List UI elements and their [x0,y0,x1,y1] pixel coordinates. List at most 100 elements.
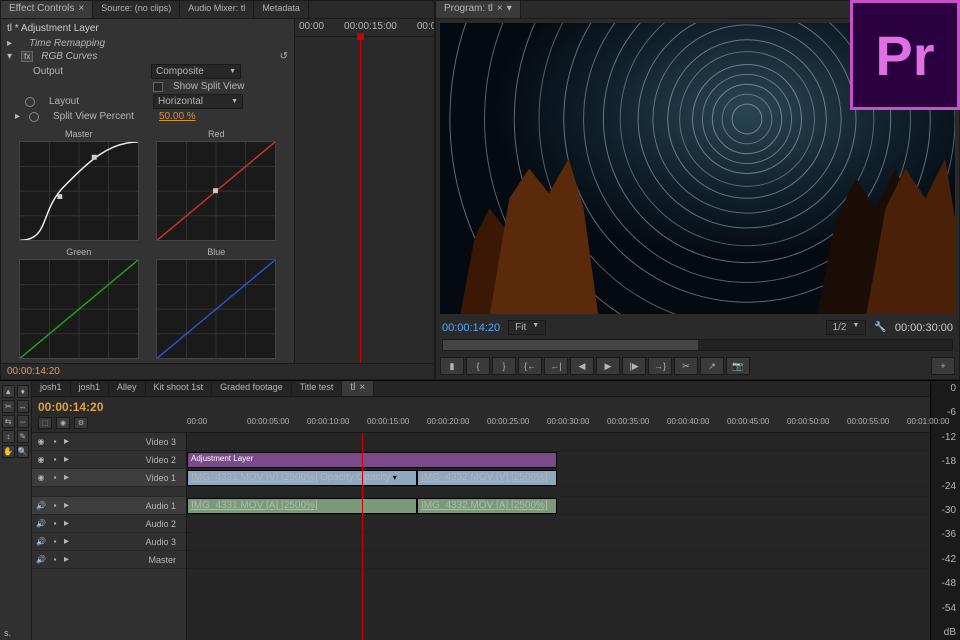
extract-button[interactable]: ↗ [700,357,724,375]
track-lane-v1[interactable]: IMG_4331.MOV [V] [2500%] Opacity:Opacity… [187,469,930,487]
tab-effect-controls[interactable]: Effect Controls× [1,1,93,18]
effect-time-remapping[interactable]: Time Remapping [21,38,141,49]
track-lane-a2[interactable] [187,515,930,533]
chevron-right-icon[interactable]: ▸ [64,554,72,565]
timeline-playhead[interactable] [362,433,363,640]
track-header[interactable]: 🔊▪▸Master [32,551,186,569]
rolling-edit-tool[interactable]: ↔ [17,400,30,413]
tab-source[interactable]: Source: (no clips) [93,1,180,18]
chevron-right-icon[interactable]: ▸ [15,111,23,122]
slip-tool[interactable]: ↕ [2,430,15,443]
close-icon[interactable]: × [78,3,84,14]
ripple-edit-tool[interactable]: ✂ [2,400,15,413]
go-to-in-button[interactable]: {← [518,357,542,375]
tab-audio-mixer[interactable]: Audio Mixer: tl [180,1,254,18]
track-header[interactable]: 🔊▪▸Audio 2 [32,515,186,533]
toggle-track-icon[interactable]: 🔊 [36,555,46,565]
lift-button[interactable]: ✂ [674,357,698,375]
mini-playhead[interactable] [360,37,361,363]
layout-dropdown[interactable]: Horizontal▼ [153,94,243,109]
track-header[interactable]: ◉▪▸Video 3 [32,433,186,451]
clip-adjustment-layer[interactable]: Adjustment Layer [187,452,557,468]
seq-tab[interactable]: josh1 [32,381,71,396]
split-percent-value[interactable]: 50.00 % [159,111,196,122]
seq-tab[interactable]: josh1 [71,381,110,396]
clip-video-2[interactable]: IMG_4332.MOV [V] [2500%] [417,470,557,486]
mark-in-icon-button[interactable]: { [466,357,490,375]
tab-program[interactable]: Program: tl×▾ [436,1,521,18]
stopwatch-icon[interactable] [29,112,39,122]
effect-rgb-curves[interactable]: RGB Curves [41,51,97,62]
effect-mini-timeline[interactable]: 00:0000:00:15:0000:0 [294,19,434,363]
rate-stretch-tool[interactable]: ⇆ [2,415,15,428]
pen-tool[interactable]: ✎ [17,430,30,443]
toggle-track-icon[interactable]: 🔊 [36,519,46,529]
razor-tool[interactable]: ⇔ [17,415,30,428]
add-button[interactable]: + [931,357,955,375]
mark-out-icon-button[interactable]: } [492,357,516,375]
chevron-right-icon[interactable]: ▸ [64,536,72,547]
curve-blue[interactable] [156,259,276,359]
hand-tool[interactable]: ✋ [2,445,15,458]
marker-button[interactable]: ◉ [56,417,70,429]
curve-green[interactable] [19,259,139,359]
settings-button[interactable]: ⚙ [74,417,88,429]
snap-button[interactable]: ⬚ [38,417,52,429]
lock-icon[interactable]: ▪ [50,455,60,465]
show-split-checkbox[interactable] [153,82,163,92]
track-lane-a1[interactable]: IMG_4331.MOV [A] [2500%] IMG_4332.MOV [A… [187,497,930,515]
toggle-track-icon[interactable]: 🔊 [36,537,46,547]
curve-master[interactable] [19,141,139,241]
clip-audio-1[interactable]: IMG_4331.MOV [A] [2500%] [187,498,417,514]
go-to-out-button[interactable]: →} [648,357,672,375]
track-select-tool[interactable]: ♦ [17,385,30,398]
chevron-down-icon[interactable]: ▾ [7,51,15,62]
track-lane-v3[interactable] [187,433,930,451]
lock-icon[interactable]: ▪ [50,555,60,565]
chevron-right-icon[interactable]: ▸ [64,500,72,511]
seq-tab[interactable]: Graded footage [212,381,292,396]
zoom-tool[interactable]: 🔍 [17,445,30,458]
timeline-ruler[interactable]: 00:0000:00:05:0000:00:10:0000:00:15:0000… [187,417,930,432]
track-header[interactable]: ◉▪▸Video 1 [32,469,186,487]
effect-controls-timecode[interactable]: 00:00:14:20 [1,363,434,379]
scrubber-thumb[interactable] [443,340,698,350]
tab-metadata[interactable]: Metadata [254,1,309,18]
reset-icon[interactable]: ↺ [280,51,288,62]
lock-icon[interactable]: ▪ [50,437,60,447]
track-lane-v2[interactable]: Adjustment Layer [187,451,930,469]
lock-icon[interactable]: ▪ [50,473,60,483]
chevron-right-icon[interactable]: ▸ [64,472,72,483]
stopwatch-icon[interactable] [25,97,35,107]
toggle-track-icon[interactable]: ◉ [36,455,46,465]
toggle-track-icon[interactable]: ◉ [36,437,46,447]
toggle-track-icon[interactable]: ◉ [36,473,46,483]
lock-icon[interactable]: ▪ [50,519,60,529]
program-scrubber[interactable] [442,339,953,351]
lock-icon[interactable]: ▪ [50,537,60,547]
play-button[interactable]: ▶ [596,357,620,375]
seq-tab[interactable]: Title test [292,381,343,396]
track-lane-a3[interactable] [187,533,930,551]
seq-tab[interactable]: Alley [109,381,146,396]
chevron-right-icon[interactable]: ▸ [64,436,72,447]
export-frame-button[interactable]: 📷 [726,357,750,375]
track-header[interactable]: 🔊▪▸Audio 1 [32,497,186,515]
chevron-down-icon[interactable]: ▾ [507,3,512,14]
track-header[interactable]: 🔊▪▸Audio 3 [32,533,186,551]
step-forward-button[interactable]: |▶ [622,357,646,375]
chevron-right-icon[interactable]: ▸ [64,518,72,529]
clip-audio-2[interactable]: IMG_4332.MOV [A] [2500%] [417,498,557,514]
chevron-right-icon[interactable]: ▸ [64,454,72,465]
curve-red[interactable] [156,141,276,241]
wrench-icon[interactable]: 🔧 [874,322,886,333]
play-reverse-button[interactable]: ◀ [570,357,594,375]
timeline-timecode[interactable]: 00:00:14:20 [38,400,103,414]
chevron-right-icon[interactable]: ▸ [7,38,15,49]
track-content[interactable]: Adjustment Layer IMG_4331.MOV [V] [2500%… [187,433,930,640]
seq-tab-active[interactable]: tl× [342,381,374,396]
output-dropdown[interactable]: Composite▼ [151,64,241,79]
seq-tab[interactable]: Kit shoot 1st [146,381,213,396]
fx-badge-icon[interactable]: fx [21,51,33,62]
resolution-dropdown[interactable]: 1/2▼ [826,320,867,335]
